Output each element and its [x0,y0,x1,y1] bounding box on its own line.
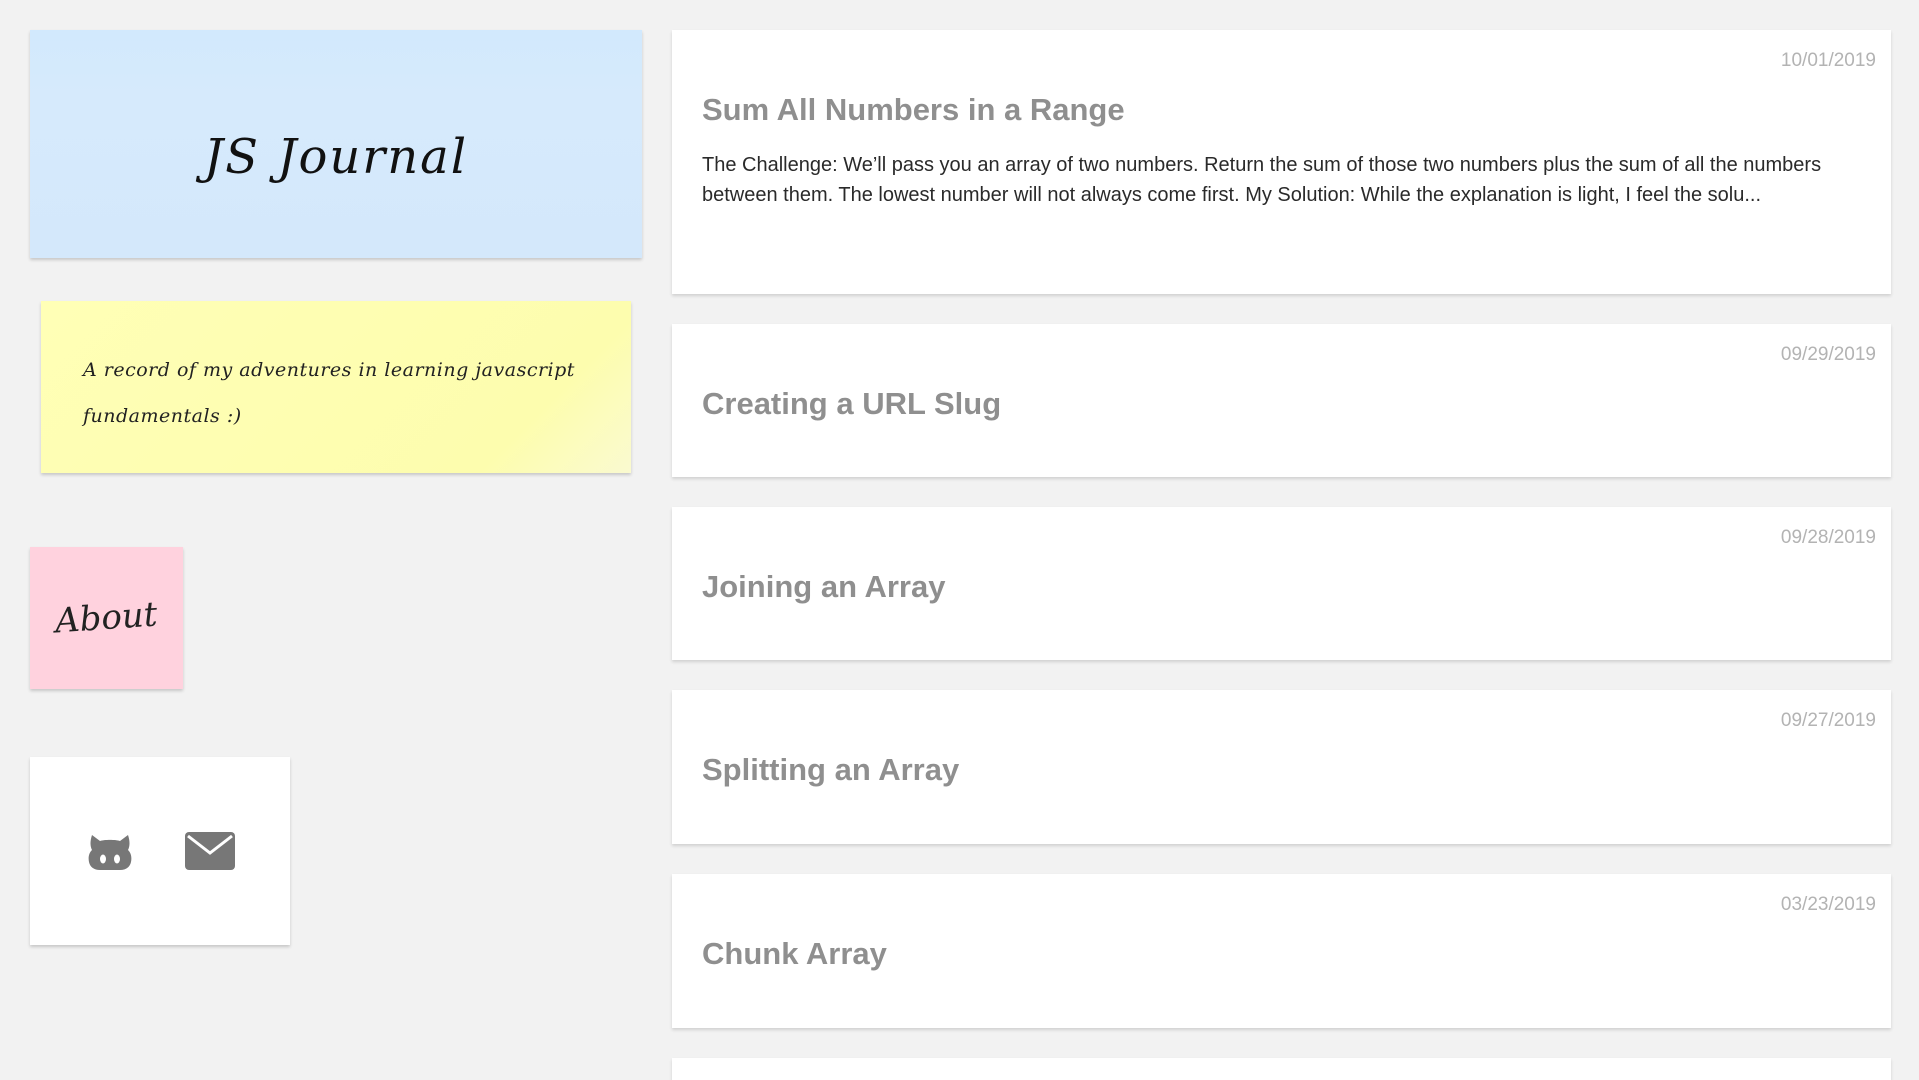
site-title-note[interactable]: JS Journal [30,30,642,258]
envelope-icon [185,832,235,870]
post-title[interactable]: Chunk Array [702,874,1861,972]
post-title[interactable]: Joining an Array [702,507,1861,605]
post-date: 09/27/2019 [1780,710,1876,731]
post-card[interactable]: 09/28/2019 Joining an Array [672,507,1891,660]
post-excerpt: The Challenge: We’ll pass you an array o… [702,154,1822,206]
site-description-note: A record of my adventures in learning ja… [41,301,631,473]
about-label[interactable]: About [54,594,159,641]
post-date: 09/29/2019 [1780,344,1876,365]
post-card-partial[interactable] [672,1058,1891,1080]
post-title[interactable]: Splitting an Array [702,690,1861,788]
post-card[interactable]: 03/23/2019 Chunk Array [672,874,1891,1028]
post-title[interactable]: Creating a URL Slug [702,324,1861,422]
about-link[interactable]: About [30,547,183,689]
post-title[interactable]: Sum All Numbers in a Range [702,30,1861,128]
post-card[interactable]: 09/29/2019 Creating a URL Slug [672,324,1891,477]
github-icon [88,835,132,870]
post-card[interactable]: 09/27/2019 Splitting an Array [672,690,1891,844]
github-link[interactable] [84,825,136,877]
email-link[interactable] [184,825,236,877]
post-card[interactable]: 10/01/2019 Sum All Numbers in a Range Th… [672,30,1891,294]
site-description: A record of my adventures in learning ja… [83,359,575,427]
post-date: 03/23/2019 [1780,894,1876,915]
social-links-card [30,757,290,945]
post-list: 10/01/2019 Sum All Numbers in a Range Th… [672,30,1891,1080]
site-title[interactable]: JS Journal [204,129,468,185]
post-date: 10/01/2019 [1780,50,1876,71]
post-date: 09/28/2019 [1780,527,1876,548]
